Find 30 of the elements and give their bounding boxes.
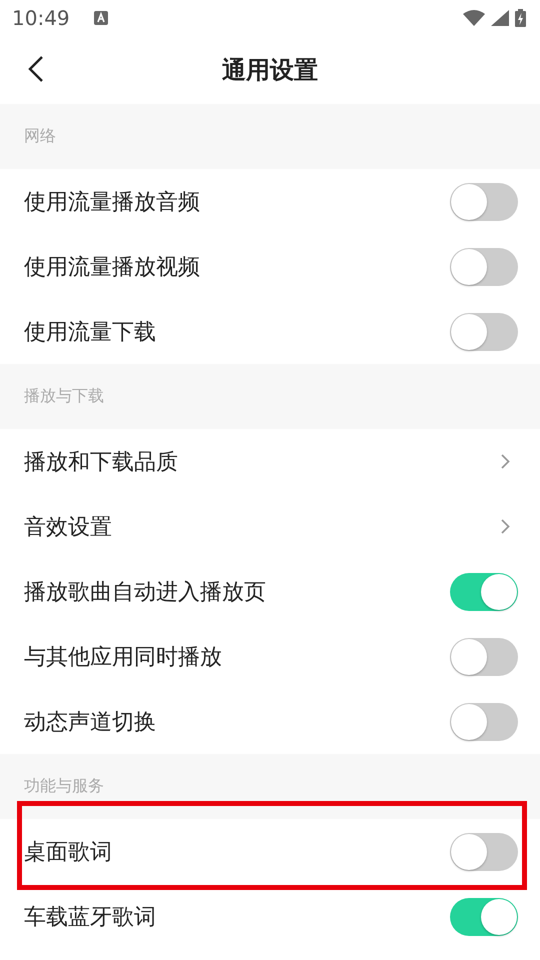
setting-label: 音效设置 — [24, 514, 112, 542]
chevron-icon[interactable] — [501, 519, 510, 534]
section-header: 网络 — [0, 104, 540, 169]
toggle-switch[interactable] — [450, 182, 518, 220]
toggle-switch[interactable] — [450, 898, 518, 936]
toggle-switch[interactable] — [450, 638, 518, 676]
signal-icon — [491, 10, 509, 26]
setting-label: 使用流量播放视频 — [24, 254, 200, 282]
setting-label: 与其他应用同时播放 — [24, 644, 222, 672]
back-icon[interactable] — [28, 55, 44, 83]
setting-label: 桌面歌词 — [24, 838, 112, 866]
status-time: 10:49 — [12, 6, 70, 30]
section-header: 功能与服务 — [0, 754, 540, 819]
chevron-icon[interactable] — [501, 454, 510, 469]
notification-icon — [94, 10, 108, 24]
page-title: 通用设置 — [222, 54, 318, 86]
toggle-switch[interactable] — [450, 572, 518, 610]
wifi-icon — [463, 10, 485, 26]
setting-label: 动态声道切换 — [24, 708, 156, 736]
setting-label: 使用流量播放音频 — [24, 188, 200, 216]
toggle-switch[interactable] — [450, 832, 518, 870]
section-header: 播放与下载 — [0, 364, 540, 429]
toggle-switch[interactable] — [450, 248, 518, 286]
setting-label: 使用流量下载 — [24, 318, 156, 346]
setting-label: 播放歌曲自动进入播放页 — [24, 578, 266, 606]
setting-label: 播放和下载品质 — [24, 448, 178, 476]
toggle-switch[interactable] — [450, 312, 518, 350]
battery-icon — [515, 8, 526, 26]
toggle-switch[interactable] — [450, 702, 518, 740]
setting-label: 车载蓝牙歌词 — [24, 904, 156, 932]
